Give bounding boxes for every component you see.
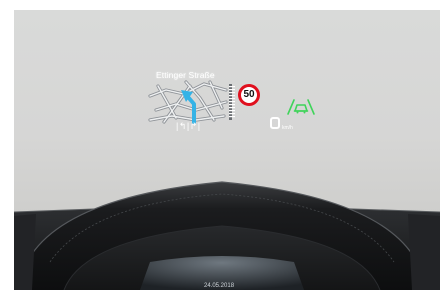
cluster-date: 24.05.2018 (204, 283, 235, 289)
hud-scene: Ettinger Straße 50 |↰|↱| km/h 24.05.2018 (0, 0, 444, 290)
steering-wheel (13, 181, 441, 290)
